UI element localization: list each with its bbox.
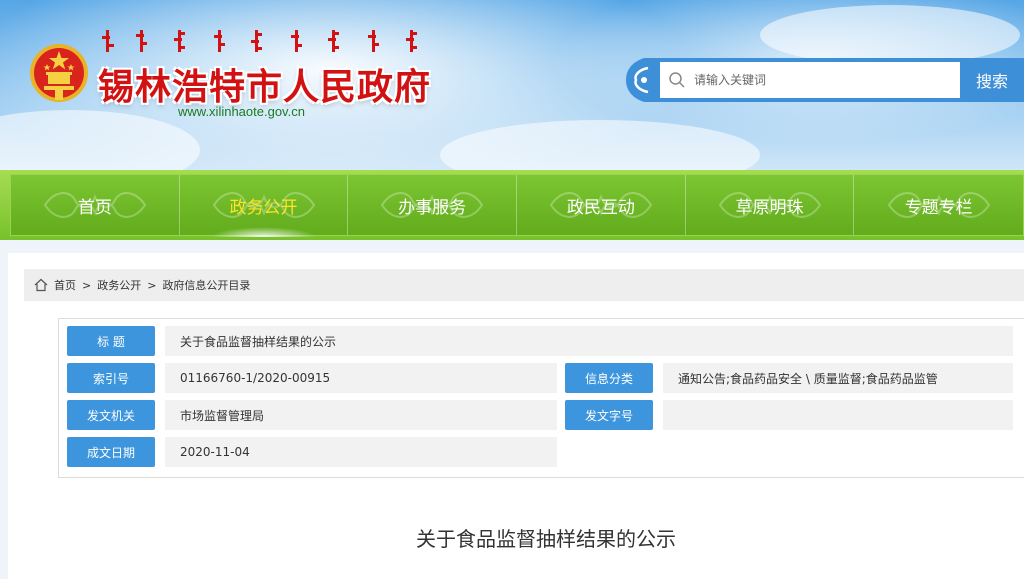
search-field [660, 62, 960, 98]
nav-item-label: 首页 [77, 197, 112, 218]
mongolian-script-logo [102, 30, 417, 52]
breadcrumb-home[interactable]: 首页 [54, 277, 76, 293]
home-icon [34, 278, 48, 292]
nav-item-label: 政务公开 [229, 197, 298, 218]
main-nav: 首页 政务公开 办事服务 政民互动 草原明珠 专题专栏 [0, 170, 1024, 240]
nav-item-special-topics[interactable]: 专题专栏 [854, 175, 1023, 235]
search-box: 搜索 [656, 58, 1024, 102]
title-label: 标 题 [67, 326, 155, 356]
site-title: 锡林浩特市人民政府 [98, 67, 432, 108]
cloud-decoration [440, 120, 760, 170]
nav-item-label: 专题专栏 [904, 197, 973, 218]
nav-item-label: 政民互动 [566, 197, 635, 218]
cloud-decoration [760, 5, 1020, 65]
breadcrumb: 首页 > 政务公开 > 政府信息公开目录 [24, 269, 1024, 301]
search-bar: 搜索 [622, 58, 1024, 102]
issuer-label: 发文机关 [67, 400, 155, 430]
title-value: 关于食品监督抽样结果的公示 [165, 326, 1013, 356]
category-label: 信息分类 [565, 363, 653, 393]
issuer-value: 市场监督管理局 [165, 400, 557, 430]
nav-item-label: 草原明珠 [735, 197, 804, 218]
breadcrumb-separator: > [82, 278, 92, 292]
date-value: 2020-11-04 [165, 437, 557, 467]
search-icon [669, 72, 685, 88]
search-input[interactable] [686, 63, 960, 97]
content-area: 首页 > 政务公开 > 政府信息公开目录 标 题 关于食品监督抽样结果的公示 索… [8, 253, 1024, 579]
search-ornament-icon [626, 58, 658, 102]
document-number-value [663, 400, 1013, 430]
date-label: 成文日期 [67, 437, 155, 467]
site-url: www.xilinhaote.gov.cn [178, 104, 305, 119]
search-button[interactable]: 搜索 [960, 62, 1024, 98]
document-info-table: 标 题 关于食品监督抽样结果的公示 索引号 01166760-1/2020-00… [58, 318, 1024, 478]
index-label: 索引号 [67, 363, 155, 393]
national-emblem-icon [30, 44, 88, 102]
nav-item-grassland-pearl[interactable]: 草原明珠 [686, 175, 855, 235]
breadcrumb-government-affairs[interactable]: 政务公开 [97, 277, 141, 293]
nav-item-label: 办事服务 [398, 197, 467, 218]
index-value: 01166760-1/2020-00915 [165, 363, 557, 393]
nav-item-government-affairs[interactable]: 政务公开 [180, 175, 349, 237]
breadcrumb-separator: > [147, 278, 157, 292]
nav-item-interaction[interactable]: 政民互动 [517, 175, 686, 235]
site-header: 锡林浩特市人民政府 www.xilinhaote.gov.cn 搜索 [0, 0, 1024, 170]
document-number-label: 发文字号 [565, 400, 653, 430]
breadcrumb-info-catalog[interactable]: 政府信息公开目录 [162, 277, 250, 293]
category-value: 通知公告;食品药品安全 \ 质量监督;食品药品监管 [663, 363, 1013, 393]
nav-item-home[interactable]: 首页 [11, 175, 180, 235]
main-nav-bar: 首页 政务公开 办事服务 政民互动 草原明珠 专题专栏 [10, 174, 1024, 237]
cloud-decoration [0, 110, 200, 170]
article-title: 关于食品监督抽样结果的公示 [416, 527, 676, 551]
nav-item-services[interactable]: 办事服务 [348, 175, 518, 235]
